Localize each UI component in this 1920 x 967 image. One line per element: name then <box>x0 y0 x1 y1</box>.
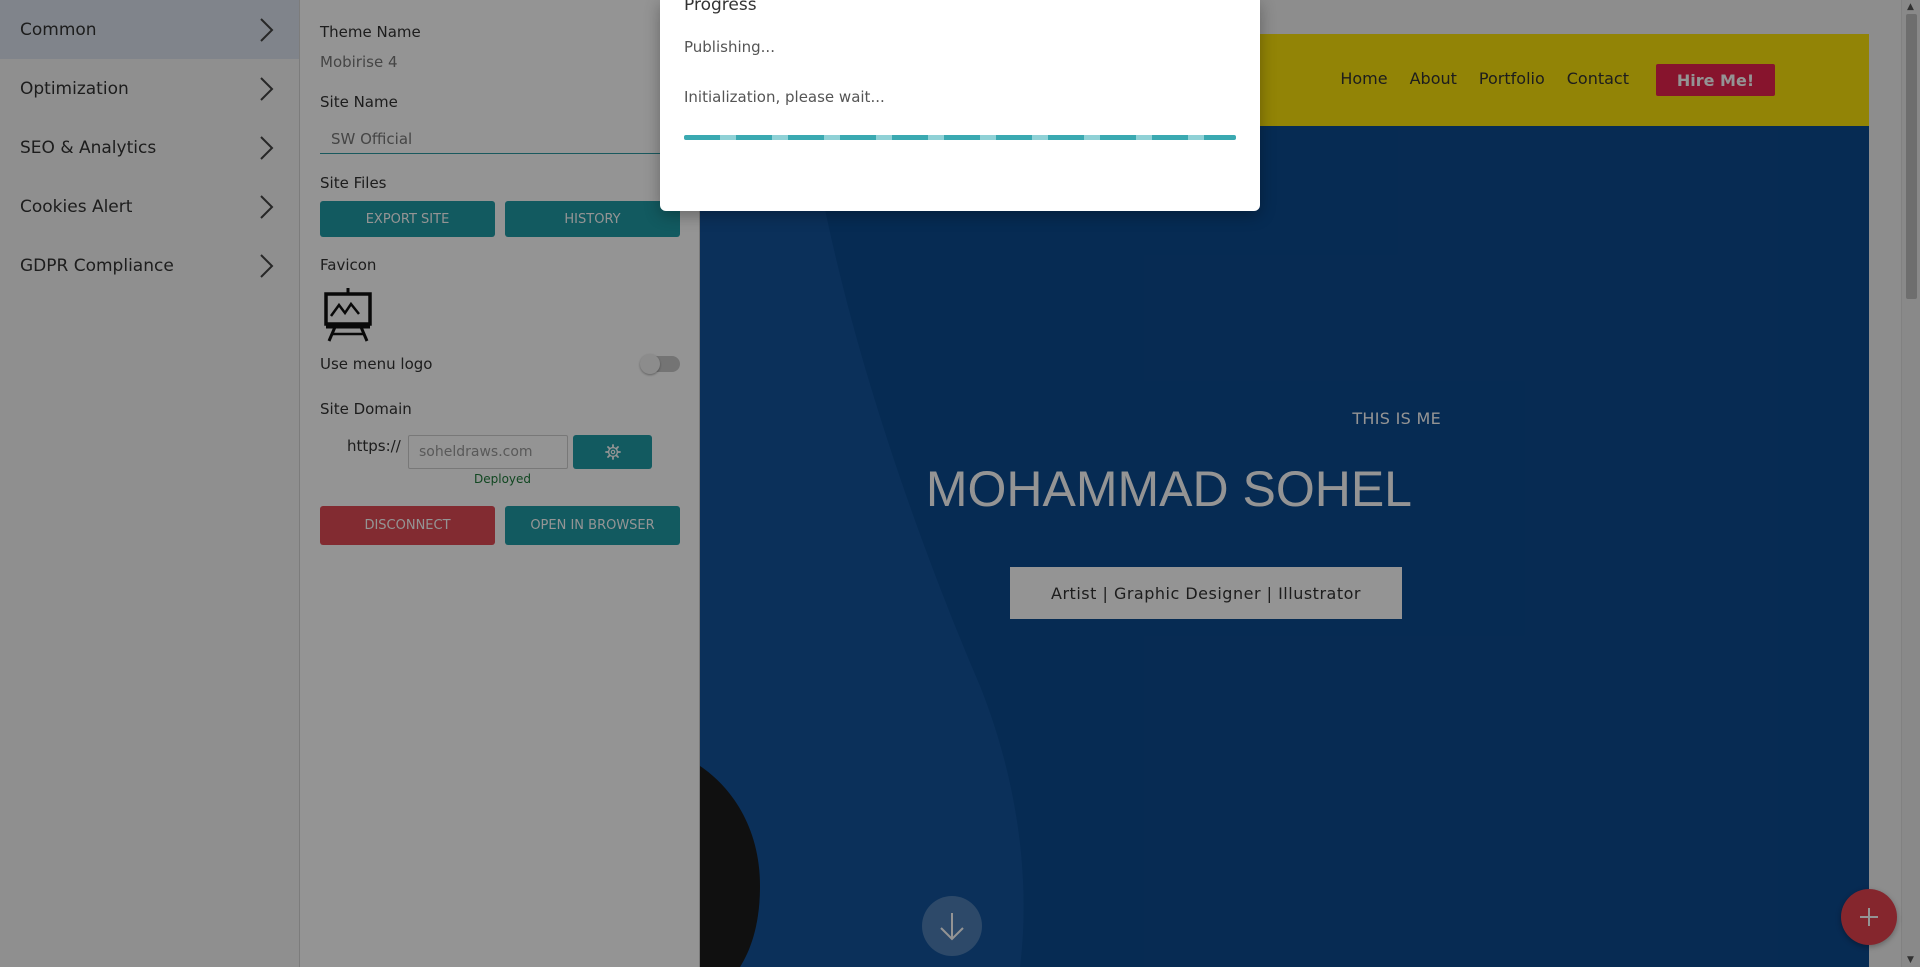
progress-bar <box>684 135 1236 140</box>
progress-dialog: Progress Publishing... Initialization, p… <box>660 0 1260 211</box>
dialog-title: Progress <box>684 0 757 15</box>
dialog-status: Publishing... <box>684 38 775 56</box>
progress-bar-fill <box>684 135 1236 140</box>
dialog-detail: Initialization, please wait... <box>684 88 885 106</box>
